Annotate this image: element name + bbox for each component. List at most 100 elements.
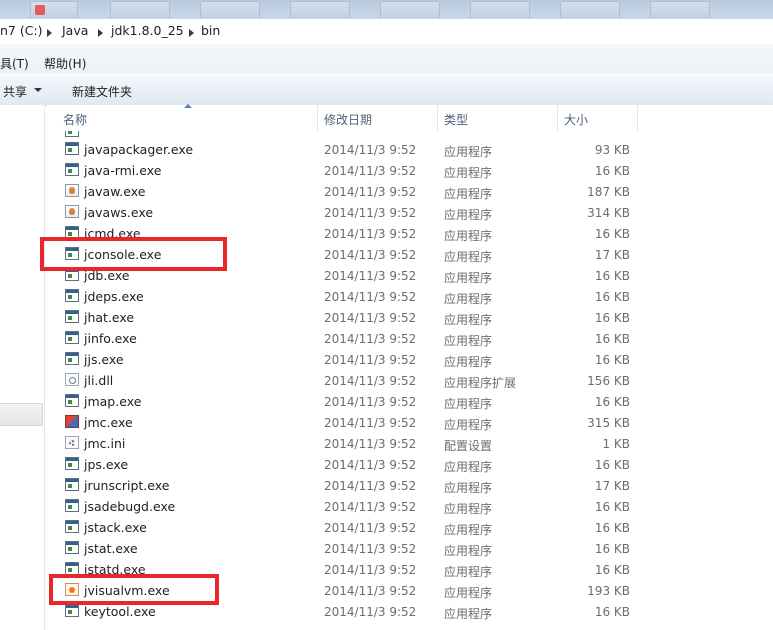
file-type: 应用程序 (444, 418, 493, 432)
exe-icon (65, 541, 79, 554)
file-row[interactable]: jsadebugd.exe 2014/11/3 9:52 应用程序 16 KB (47, 496, 637, 517)
column-date[interactable]: 修改日期 (324, 111, 372, 128)
file-row[interactable]: keytool.exe 2014/11/3 9:52 应用程序 16 KB (47, 601, 637, 622)
column-type[interactable]: 类型 (444, 111, 468, 128)
breadcrumb-arrow-icon[interactable] (189, 29, 194, 37)
file-row[interactable]: jmc.exe 2014/11/3 9:52 应用程序 315 KB (47, 412, 637, 433)
file-modified-date: 2014/11/3 9:52 (324, 584, 417, 598)
file-type: 应用程序 (444, 481, 493, 495)
new-folder-button[interactable]: 新建文件夹 (72, 83, 132, 100)
exe-icon (65, 457, 79, 470)
exe-icon (65, 289, 79, 302)
file-name: jdeps.exe (84, 289, 144, 304)
file-size: 156 KB (587, 374, 630, 388)
file-modified-date: 2014/11/3 9:52 (324, 269, 417, 283)
file-size: 16 KB (594, 458, 630, 472)
nav-selected-item[interactable] (0, 403, 43, 426)
breadcrumb-item-java[interactable]: Java (62, 23, 88, 38)
menu-bar: 具(T) 帮助(H) (0, 44, 773, 74)
file-row[interactable]: jconsole.exe 2014/11/3 9:52 应用程序 17 KB (47, 244, 637, 265)
window-tab[interactable] (470, 1, 530, 18)
column-divider[interactable] (637, 105, 638, 131)
column-divider[interactable] (437, 105, 438, 131)
file-row[interactable]: javapackager.exe 2014/11/3 9:52 应用程序 93 KB (47, 139, 637, 160)
menu-help[interactable]: 帮助(H) (44, 55, 86, 72)
file-row[interactable]: jli.dll 2014/11/3 9:52 应用程序扩展 156 KB (47, 370, 637, 391)
file-modified-date: 2014/11/3 9:52 (324, 290, 417, 304)
file-name: jstat.exe (84, 541, 138, 556)
column-size[interactable]: 大小 (564, 111, 588, 128)
file-row[interactable]: java-rmi.exe 2014/11/3 9:52 应用程序 16 KB (47, 160, 637, 181)
window-tab[interactable] (380, 1, 440, 18)
window-tab[interactable] (200, 1, 260, 18)
file-name: jjs.exe (84, 352, 124, 367)
file-type: 应用程序 (444, 544, 493, 558)
file-name: keytool.exe (84, 604, 156, 619)
file-size: 16 KB (594, 542, 630, 556)
column-divider[interactable] (317, 105, 318, 131)
file-size: 16 KB (594, 521, 630, 535)
file-modified-date: 2014/11/3 9:52 (324, 479, 417, 493)
file-name: jmc.exe (84, 415, 133, 430)
file-row[interactable]: jps.exe 2014/11/3 9:52 应用程序 16 KB (47, 454, 637, 475)
menu-tools[interactable]: 具(T) (0, 55, 29, 72)
file-modified-date: 2014/11/3 9:52 (324, 416, 417, 430)
file-type: 应用程序 (444, 271, 493, 285)
file-row[interactable]: jmap.exe 2014/11/3 9:52 应用程序 16 KB (47, 391, 637, 412)
file-modified-date: 2014/11/3 9:52 (324, 521, 417, 535)
file-row[interactable]: jdb.exe 2014/11/3 9:52 应用程序 16 KB (47, 265, 637, 286)
window-tab[interactable] (560, 1, 620, 18)
file-row[interactable]: jstatd.exe 2014/11/3 9:52 应用程序 16 KB (47, 559, 637, 580)
file-row[interactable]: jdeps.exe 2014/11/3 9:52 应用程序 16 KB (47, 286, 637, 307)
file-row[interactable]: jvisualvm.exe 2014/11/3 9:52 应用程序 193 KB (47, 580, 637, 601)
file-modified-date: 2014/11/3 9:52 (324, 605, 417, 619)
file-type: 应用程序 (444, 292, 493, 306)
file-type: 应用程序 (444, 229, 493, 243)
file-row[interactable]: jstat.exe 2014/11/3 9:52 应用程序 16 KB (47, 538, 637, 559)
exe-icon (65, 562, 79, 575)
window-tab[interactable] (110, 1, 170, 18)
navigation-pane[interactable] (0, 105, 45, 630)
file-row[interactable]: jinfo.exe 2014/11/3 9:52 应用程序 16 KB (47, 328, 637, 349)
window-tab[interactable] (30, 1, 78, 18)
exe-icon (65, 131, 79, 137)
breadcrumb-item-bin[interactable]: bin (201, 23, 220, 38)
column-divider[interactable] (557, 105, 558, 131)
window-tab[interactable] (290, 1, 350, 18)
file-row[interactable]: jcmd.exe 2014/11/3 9:52 应用程序 16 KB (47, 223, 637, 244)
share-button[interactable]: 共享 (3, 83, 27, 100)
file-modified-date: 2014/11/3 9:52 (324, 374, 417, 388)
breadcrumb-item-drive[interactable]: n7 (C:) (0, 23, 43, 38)
exe-icon (65, 247, 79, 260)
file-row[interactable]: jmc.ini 2014/11/3 9:52 配置设置 1 KB (47, 433, 637, 454)
file-name: java-rmi.exe (84, 163, 162, 178)
exe-icon (65, 163, 79, 176)
file-row[interactable]: javaws.exe 2014/11/3 9:52 应用程序 314 KB (47, 202, 637, 223)
java-icon (65, 184, 79, 197)
file-row[interactable]: jrunscript.exe 2014/11/3 9:52 应用程序 17 KB (47, 475, 637, 496)
file-size: 93 KB (594, 143, 630, 157)
chevron-down-icon[interactable] (34, 88, 42, 92)
file-row[interactable]: jjs.exe 2014/11/3 9:52 应用程序 16 KB (47, 349, 637, 370)
exe-icon (65, 142, 79, 155)
file-type: 应用程序 (444, 208, 493, 222)
file-type: 应用程序 (444, 607, 493, 621)
file-modified-date: 2014/11/3 9:52 (324, 542, 417, 556)
file-row[interactable]: javaw.exe 2014/11/3 9:52 应用程序 187 KB (47, 181, 637, 202)
column-name[interactable]: 名称 (63, 111, 87, 128)
breadcrumb-arrow-icon[interactable] (47, 29, 52, 37)
file-row[interactable]: jhat.exe 2014/11/3 9:52 应用程序 16 KB (47, 307, 637, 328)
file-list[interactable]: javapackager.exe 2014/11/3 9:52 应用程序 93 KB j… (47, 131, 773, 630)
file-name: jhat.exe (84, 310, 135, 325)
app-icon (35, 5, 45, 15)
breadcrumb[interactable]: n7 (C:) Java jdk1.8.0_25 bin (0, 19, 773, 45)
column-header: 名称 修改日期 类型 大小 (47, 104, 773, 131)
breadcrumb-arrow-icon[interactable] (98, 29, 103, 37)
window-tab[interactable] (650, 1, 710, 18)
window-tab-strip (0, 0, 773, 19)
file-name: javaws.exe (84, 205, 154, 220)
file-row[interactable]: jstack.exe 2014/11/3 9:52 应用程序 16 KB (47, 517, 637, 538)
file-size: 17 KB (594, 248, 630, 262)
file-size: 16 KB (594, 605, 630, 619)
breadcrumb-item-jdk[interactable]: jdk1.8.0_25 (111, 23, 184, 38)
